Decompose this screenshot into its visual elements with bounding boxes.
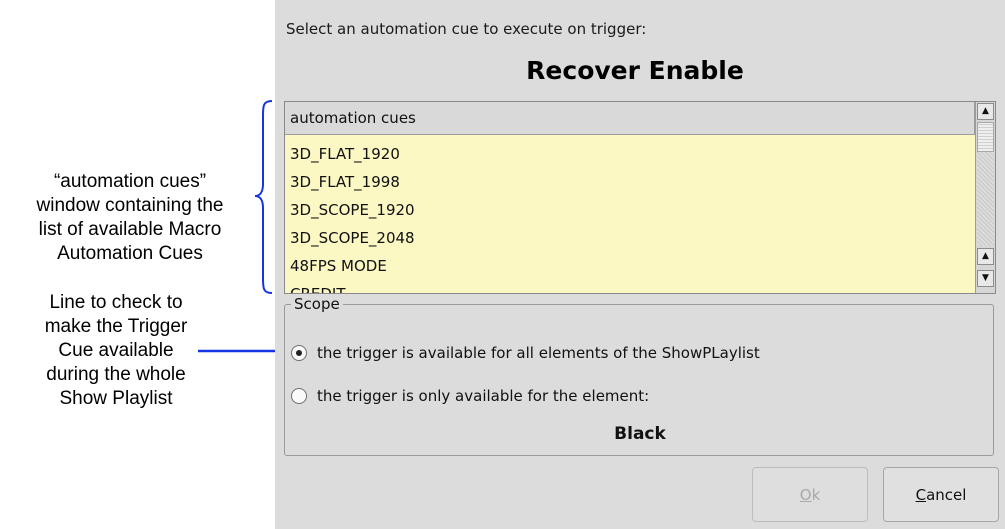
annotation-line: list of available Macro [38,219,222,240]
cancel-button[interactable]: Cancel [883,467,999,522]
annotation-line: Automation Cues [57,243,203,264]
scope-annotation: Line to check to make the Trigger Cue av… [0,291,232,411]
scroll-down-icon[interactable]: ▼ [977,270,994,287]
list-items: 3D_FLAT_1920 3D_FLAT_1998 3D_SCOPE_1920 … [285,140,975,293]
scroll-thumb[interactable] [977,122,994,152]
list-annotation: “automation cues” window containing the … [0,170,260,266]
list-item[interactable]: 3D_FLAT_1998 [285,168,975,196]
list-item[interactable]: 48FPS MODE [285,252,975,280]
list-item[interactable]: CREDIT [285,280,975,293]
scroll-track[interactable] [977,152,994,246]
scroll-up-icon[interactable]: ▲ [977,248,994,265]
annotation-line: Line to check to [49,292,183,313]
trigger-dialog: Select an automation cue to execute on t… [275,0,1005,529]
element-name: Black [614,424,666,444]
scroll-up-icon[interactable]: ▲ [977,103,994,120]
annotation-line: Show Playlist [59,388,173,409]
radio-button-checked[interactable] [291,345,307,361]
ok-button-label: Ok [799,485,821,504]
list-scrollbar[interactable]: ▲ ▲ ▼ [975,102,995,293]
radio-button-unchecked[interactable] [291,388,307,404]
annotation-line: window containing the [36,195,224,216]
radio-label[interactable]: the trigger is only available for the el… [317,387,649,405]
scope-group: Scope the trigger is available for all e… [284,295,994,456]
annotation-line: make the Trigger [44,316,188,337]
list-item[interactable]: 3D_FLAT_1920 [285,140,975,168]
automation-cues-list[interactable]: automation cues 3D_FLAT_1920 3D_FLAT_199… [284,101,996,294]
radio-label[interactable]: the trigger is available for all element… [317,344,760,362]
list-column-header[interactable]: automation cues [285,102,975,135]
scope-legend: Scope [291,295,343,313]
prompt-text: Select an automation cue to execute on t… [286,20,647,38]
annotation-line: during the whole [46,364,186,385]
annotation-line: “automation cues” [53,171,207,192]
annotation-line: Cue available [58,340,174,361]
list-item[interactable]: 3D_SCOPE_1920 [285,196,975,224]
list-item[interactable]: 3D_SCOPE_2048 [285,224,975,252]
radio-single-element[interactable]: the trigger is only available for the el… [291,384,649,408]
cancel-button-label: Cancel [915,485,967,504]
cue-title: Recover Enable [526,56,744,85]
radio-all-elements[interactable]: the trigger is available for all element… [291,341,760,365]
ok-button[interactable]: Ok [752,467,868,522]
